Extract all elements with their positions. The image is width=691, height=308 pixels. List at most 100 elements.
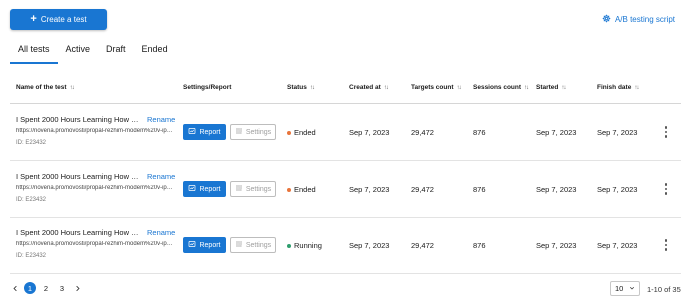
column-header-finish-date-label: Finish date [597, 84, 632, 91]
page-button-1[interactable]: 1 [24, 282, 36, 294]
rename-link[interactable]: Rename [147, 115, 175, 124]
finish-date-cell: Sep 7, 2023 [597, 185, 638, 194]
column-header-sessions-count[interactable]: Sessions count ↑↓ [473, 84, 529, 91]
finish-date-cell: Sep 7, 2023 [597, 241, 638, 250]
rename-link[interactable]: Rename [147, 172, 175, 181]
page-button-2[interactable]: 2 [40, 282, 52, 294]
tab-ended[interactable]: Ended [134, 36, 176, 64]
report-icon [188, 127, 196, 137]
create-test-button[interactable]: + Create a test [10, 9, 107, 30]
column-header-created-at[interactable]: Created at ↑↓ [349, 84, 389, 91]
table-header: Name of the test ↑↓ Settings/Report Stat… [10, 76, 681, 104]
ab-testing-script-label: A/B testing script [614, 15, 675, 24]
rename-link[interactable]: Rename [147, 228, 175, 237]
test-name-cell: I Spent 2000 Hours Learning How To Learn… [16, 228, 186, 237]
per-page-select[interactable]: 10 [610, 281, 640, 296]
test-id: ID: E23432 [16, 253, 47, 259]
per-page-value: 10 [615, 284, 624, 293]
status-dot [287, 187, 291, 192]
report-label: Report [199, 241, 221, 249]
more-vertical-icon[interactable] [660, 237, 672, 253]
tab-active[interactable]: Active [58, 36, 99, 64]
test-name-cell: I Spent 2000 Hours Learning How To Learn… [16, 115, 186, 124]
chevron-down-icon [629, 284, 635, 293]
finish-date-cell: Sep 7, 2023 [597, 128, 638, 137]
status-badge: Running [287, 241, 322, 250]
test-url: https://novena.pro/novosti/propal-rezhim… [16, 128, 174, 134]
column-header-name-label: Name of the test [16, 84, 67, 91]
sort-icon: ↑↓ [69, 84, 75, 91]
targets-count-cell: 29,472 [411, 185, 434, 194]
report-button[interactable]: Report [183, 124, 226, 140]
report-icon [188, 240, 196, 250]
column-header-finish-date[interactable]: Finish date ↑↓ [597, 84, 639, 91]
started-cell: Sep 7, 2023 [536, 241, 577, 250]
started-cell: Sep 7, 2023 [536, 128, 577, 137]
status-badge: Ended [287, 185, 316, 194]
tab-draft[interactable]: Draft [98, 36, 134, 64]
created-at-cell: Sep 7, 2023 [349, 128, 390, 137]
chevron-right-icon[interactable] [72, 282, 82, 294]
column-header-targets-count[interactable]: Targets count ↑↓ [411, 84, 462, 91]
started-cell: Sep 7, 2023 [536, 185, 577, 194]
settings-label: Settings [245, 241, 272, 249]
column-header-settings-report-label: Settings/Report [183, 84, 232, 91]
column-header-started[interactable]: Started ↑↓ [536, 84, 566, 91]
test-name-cell: I Spent 2000 Hours Learning How To Learn… [16, 172, 186, 181]
sort-icon: ↑↓ [524, 84, 529, 91]
sort-icon: ↑↓ [309, 84, 315, 91]
test-url: https://novena.pro/novosti/propal-rezhim… [16, 241, 174, 247]
status-label: Running [294, 241, 322, 250]
sort-icon: ↑↓ [383, 84, 389, 91]
sort-icon: ↑↓ [456, 84, 462, 91]
status-dot [287, 130, 291, 135]
settings-button[interactable]: Settings [230, 237, 276, 253]
report-icon [188, 184, 196, 194]
settings-label: Settings [245, 128, 272, 136]
sessions-count-cell: 876 [473, 241, 486, 250]
test-id: ID: E23432 [16, 197, 47, 203]
plus-icon: + [30, 13, 37, 25]
column-header-name[interactable]: Name of the test ↑↓ [16, 84, 75, 91]
column-header-settings-report: Settings/Report [183, 84, 231, 91]
test-url: https://novena.pro/novosti/propal-rezhim… [16, 185, 174, 191]
sort-icon: ↑↓ [634, 84, 639, 91]
column-header-status-label: Status [287, 84, 307, 91]
ab-testing-script-link[interactable]: A/B testing script [602, 14, 675, 25]
sort-icon: ↑↓ [561, 84, 566, 91]
column-header-status[interactable]: Status ↑↓ [287, 84, 315, 91]
pagination-range: 1-10 of 35 [647, 285, 681, 294]
status-label: Ended [294, 185, 316, 194]
tab-all-tests[interactable]: All tests [10, 36, 58, 64]
filter-tabs: All tests Active Draft Ended [10, 36, 176, 64]
targets-count-cell: 29,472 [411, 241, 434, 250]
report-label: Report [199, 128, 221, 136]
more-vertical-icon[interactable] [660, 124, 672, 140]
test-title: I Spent 2000 Hours Learning How To Learn… [16, 228, 139, 237]
table-row: I Spent 2000 Hours Learning How To Learn… [10, 104, 681, 161]
more-vertical-icon[interactable] [660, 181, 672, 197]
settings-button[interactable]: Settings [230, 181, 276, 197]
test-id: ID: E23432 [16, 140, 47, 146]
created-at-cell: Sep 7, 2023 [349, 241, 390, 250]
report-button[interactable]: Report [183, 181, 226, 197]
table-row: I Spent 2000 Hours Learning How To Learn… [10, 217, 681, 274]
create-test-label: Create a test [40, 15, 87, 24]
sessions-count-cell: 876 [473, 128, 486, 137]
sliders-icon [235, 184, 243, 194]
chevron-left-icon[interactable] [10, 282, 20, 294]
targets-count-cell: 29,472 [411, 128, 434, 137]
created-at-cell: Sep 7, 2023 [349, 185, 390, 194]
page-button-3[interactable]: 3 [56, 282, 68, 294]
sliders-icon [235, 240, 243, 250]
column-header-sessions-count-label: Sessions count [473, 84, 522, 91]
settings-button[interactable]: Settings [230, 124, 276, 140]
status-label: Ended [294, 128, 316, 137]
sessions-count-cell: 876 [473, 185, 486, 194]
column-header-created-at-label: Created at [349, 84, 381, 91]
column-header-started-label: Started [536, 84, 559, 91]
table-row: I Spent 2000 Hours Learning How To Learn… [10, 161, 681, 218]
status-badge: Ended [287, 128, 316, 137]
settings-label: Settings [245, 185, 272, 193]
report-button[interactable]: Report [183, 237, 226, 253]
